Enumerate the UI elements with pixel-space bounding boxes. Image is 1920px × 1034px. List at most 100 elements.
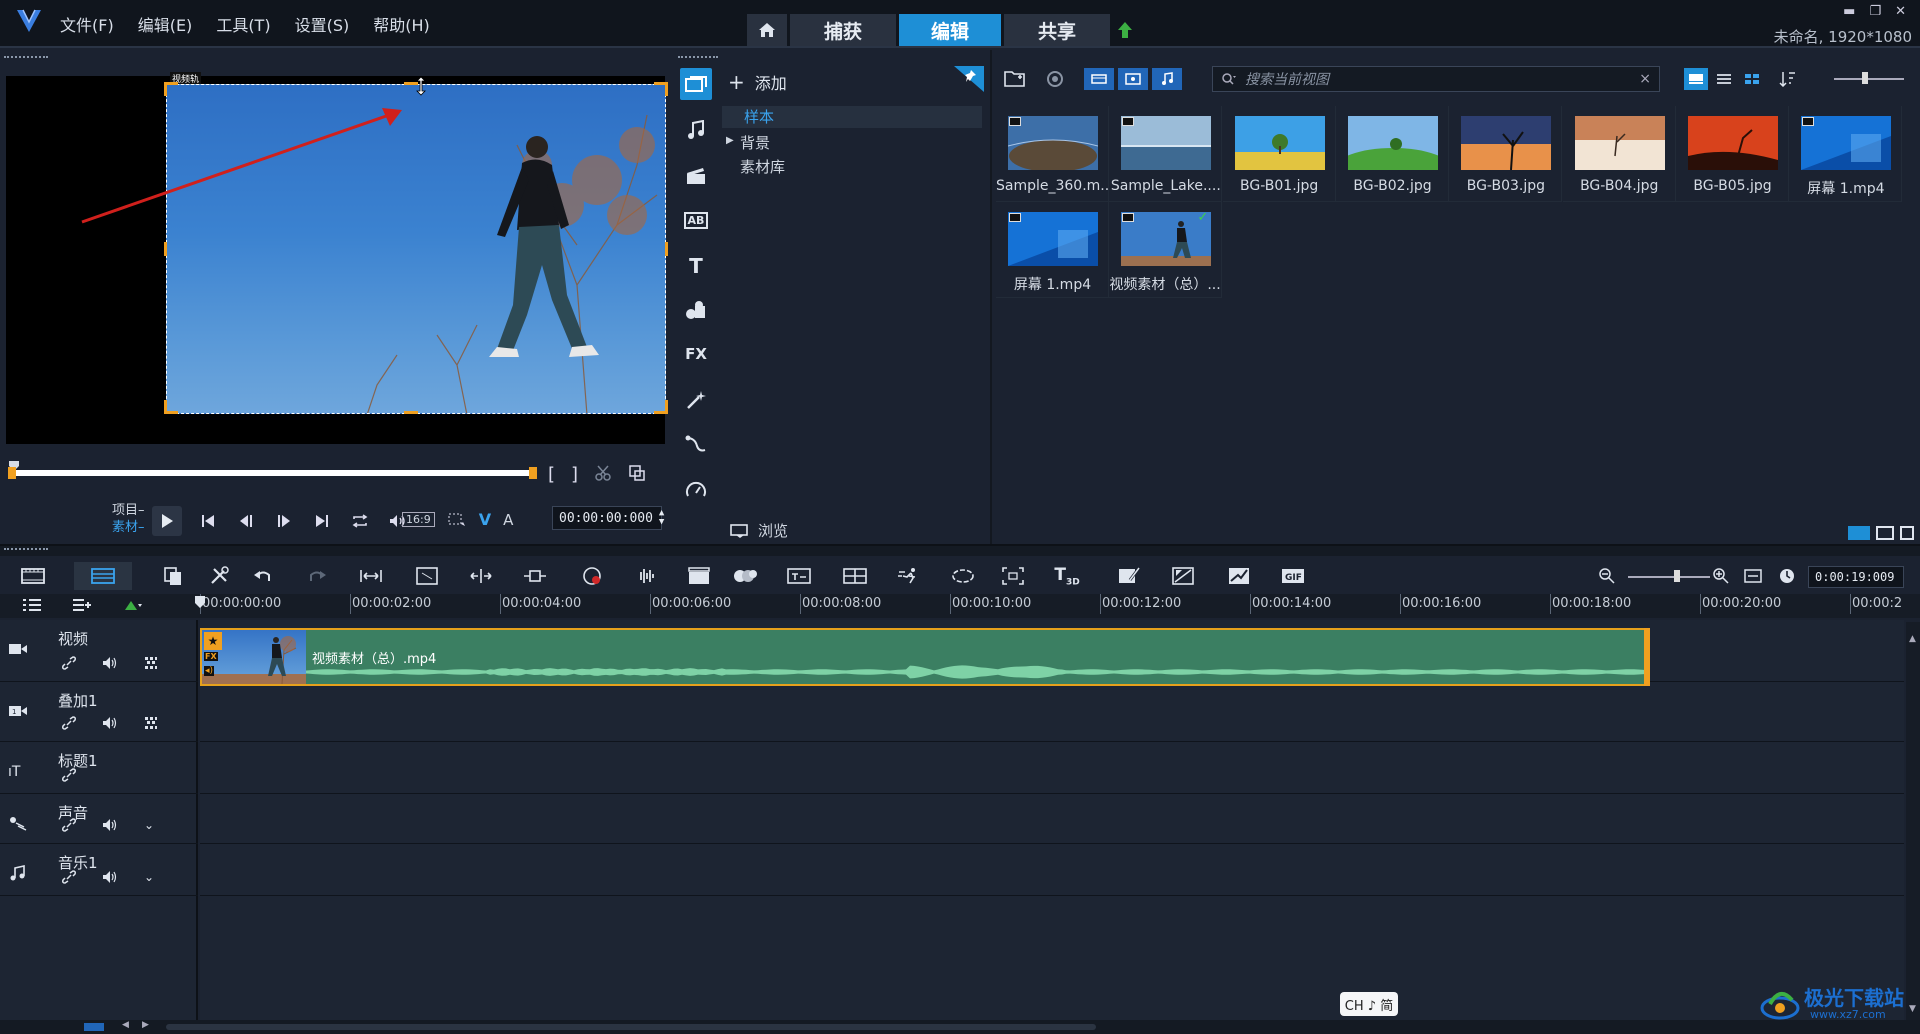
fit-timeline-button[interactable] [1740, 564, 1766, 588]
library-item[interactable]: ✓ 视频素材（总）.... [1109, 202, 1223, 298]
zoom-slider-thumb[interactable] [1674, 570, 1680, 582]
speed-ramp-button[interactable] [1226, 564, 1252, 588]
media-nav-button[interactable] [680, 68, 712, 100]
trim-start-marker[interactable] [8, 467, 16, 479]
timeline-ruler[interactable]: 00:00:00:00 00:00:02:00 00:00:04:00 00:00:0… [0, 594, 1920, 618]
playhead-icon[interactable] [194, 595, 206, 609]
library-item[interactable]: Sample_Lake.... [1109, 106, 1223, 202]
track-volume-icon[interactable] [102, 716, 118, 730]
thumbnail-size-slider[interactable] [1834, 72, 1904, 84]
menu-file[interactable]: 文件(F) [60, 12, 114, 36]
video-clip[interactable]: ★ FX ◂) 视频素材（总）.mp4 [200, 628, 1650, 686]
duration-clock-button[interactable] [1774, 564, 1800, 588]
menu-settings[interactable]: 设置(S) [295, 12, 350, 36]
panel-grip[interactable] [4, 56, 48, 59]
go-start-button[interactable] [196, 509, 220, 533]
play-button[interactable] [152, 506, 182, 536]
zoom-in-button[interactable] [1708, 564, 1734, 588]
crop-handle[interactable] [164, 400, 167, 414]
trim-end-marker[interactable] [529, 467, 537, 479]
video-toggle[interactable]: V [479, 510, 491, 529]
video-track-lane[interactable]: ★ FX ◂) 视频素材（总）.mp4 [200, 620, 1904, 686]
search-input[interactable]: 搜索当前视图 × [1212, 66, 1660, 92]
track-header[interactable]: 声音 ⌄ [0, 794, 198, 844]
mask-creator-button[interactable] [732, 564, 758, 588]
minimize-icon[interactable]: ▬ [1843, 4, 1855, 19]
mode-clip-label[interactable]: 素材 [112, 520, 138, 535]
panel-grip[interactable] [678, 56, 718, 59]
view-thumbnail-button[interactable] [1684, 68, 1708, 90]
home-tab[interactable] [747, 14, 787, 46]
play-mode-selector[interactable]: 项目– 素材– [112, 502, 145, 536]
subtitle-editor-button[interactable] [786, 564, 812, 588]
timeline-splitter[interactable] [0, 544, 1920, 556]
chevron-down-icon[interactable]: ⌄ [144, 818, 154, 832]
close-icon[interactable]: ✕ [1895, 4, 1906, 19]
track-header[interactable]: 音乐1 ⌄ [0, 844, 198, 896]
slider-thumb[interactable] [1862, 72, 1868, 84]
transition-button[interactable] [680, 160, 712, 192]
track-header[interactable]: 视频 [0, 620, 198, 682]
library-item[interactable]: BG-B03.jpg [1449, 106, 1563, 202]
zoom-out-button[interactable] [1594, 564, 1620, 588]
tree-item-background[interactable]: ▶ 背景 [726, 132, 770, 153]
library-item[interactable]: BG-B02.jpg [1336, 106, 1450, 202]
aspect-ratio-button[interactable]: 16:9 [402, 512, 435, 527]
clear-search-icon[interactable]: × [1639, 71, 1651, 87]
add-folder-button[interactable]: + 添加 [728, 70, 787, 94]
gif-creator-button[interactable]: GIF [1280, 564, 1306, 588]
path-button[interactable] [680, 428, 712, 460]
library-item[interactable]: BG-B01.jpg [1222, 106, 1336, 202]
graphics-button[interactable] [680, 294, 712, 326]
color-grading-button[interactable] [1170, 564, 1196, 588]
edit-panel-icon[interactable] [1900, 526, 1914, 540]
library-item[interactable]: 屏幕 1.mp4 [996, 202, 1109, 298]
preview-scrubber[interactable] [8, 467, 537, 479]
filter-button[interactable]: FX [680, 338, 712, 370]
timeline-zoom-slider[interactable] [1628, 570, 1710, 582]
expand-icon[interactable]: ▶ [726, 135, 734, 146]
panel-grip[interactable] [4, 548, 48, 551]
fit-project-button[interactable] [358, 564, 384, 588]
import-folder-icon[interactable] [1004, 68, 1028, 88]
music-track-lane[interactable] [200, 844, 1904, 896]
track-list-icon[interactable] [22, 598, 42, 612]
library-view-toggle[interactable] [1848, 526, 1870, 540]
preview-timecode[interactable]: 00:00:00:000 ▲ ▼ [552, 506, 664, 530]
tree-item-library[interactable]: 素材库 [740, 156, 785, 177]
preview-screen[interactable]: 视频轨 [6, 72, 668, 444]
library-item[interactable]: 屏幕 1.mp4 [1789, 106, 1903, 202]
prev-frame-button[interactable] [234, 509, 258, 533]
crop-button[interactable] [414, 564, 440, 588]
library-item[interactable]: Sample_360.m... [996, 106, 1109, 202]
next-frame-button[interactable] [272, 509, 296, 533]
multi-camera-button[interactable] [686, 564, 712, 588]
scroll-left-icon[interactable]: ◀ [122, 1020, 129, 1030]
screen-capture-button[interactable] [1000, 564, 1026, 588]
view-list-button[interactable] [1712, 68, 1736, 90]
chevron-down-icon[interactable]: ⌄ [144, 870, 154, 884]
crop-handle[interactable] [665, 242, 668, 256]
split-screen-button[interactable] [468, 564, 494, 588]
timeline-nav-icon[interactable] [84, 1023, 104, 1031]
crop-handle[interactable] [404, 411, 418, 414]
mark-in-button[interactable]: [ [548, 464, 555, 485]
crop-handle[interactable] [665, 82, 668, 96]
pan-zoom-button[interactable] [522, 564, 548, 588]
timecode-spinner[interactable]: ▲ ▼ [659, 509, 664, 527]
filter-photo-button[interactable] [1118, 68, 1148, 90]
scroll-thumb[interactable] [166, 1024, 1096, 1030]
motion-button[interactable] [680, 384, 712, 416]
tab-capture[interactable]: 捕获 [790, 14, 896, 46]
audio-mixer-button[interactable] [634, 564, 660, 588]
title-button[interactable]: T [680, 250, 712, 282]
pin-icon[interactable] [954, 66, 984, 92]
link-icon[interactable] [62, 716, 76, 730]
enlarge-preview-icon[interactable] [628, 464, 646, 482]
library-item[interactable]: BG-B05.jpg [1676, 106, 1790, 202]
motion-tracking-button[interactable] [896, 564, 922, 588]
ime-indicator[interactable]: CH ♪ 简 [1340, 992, 1398, 1016]
library-item[interactable]: BG-B04.jpg [1562, 106, 1676, 202]
track-add-icon[interactable] [72, 598, 92, 612]
filter-audio-button[interactable] [1152, 68, 1182, 90]
